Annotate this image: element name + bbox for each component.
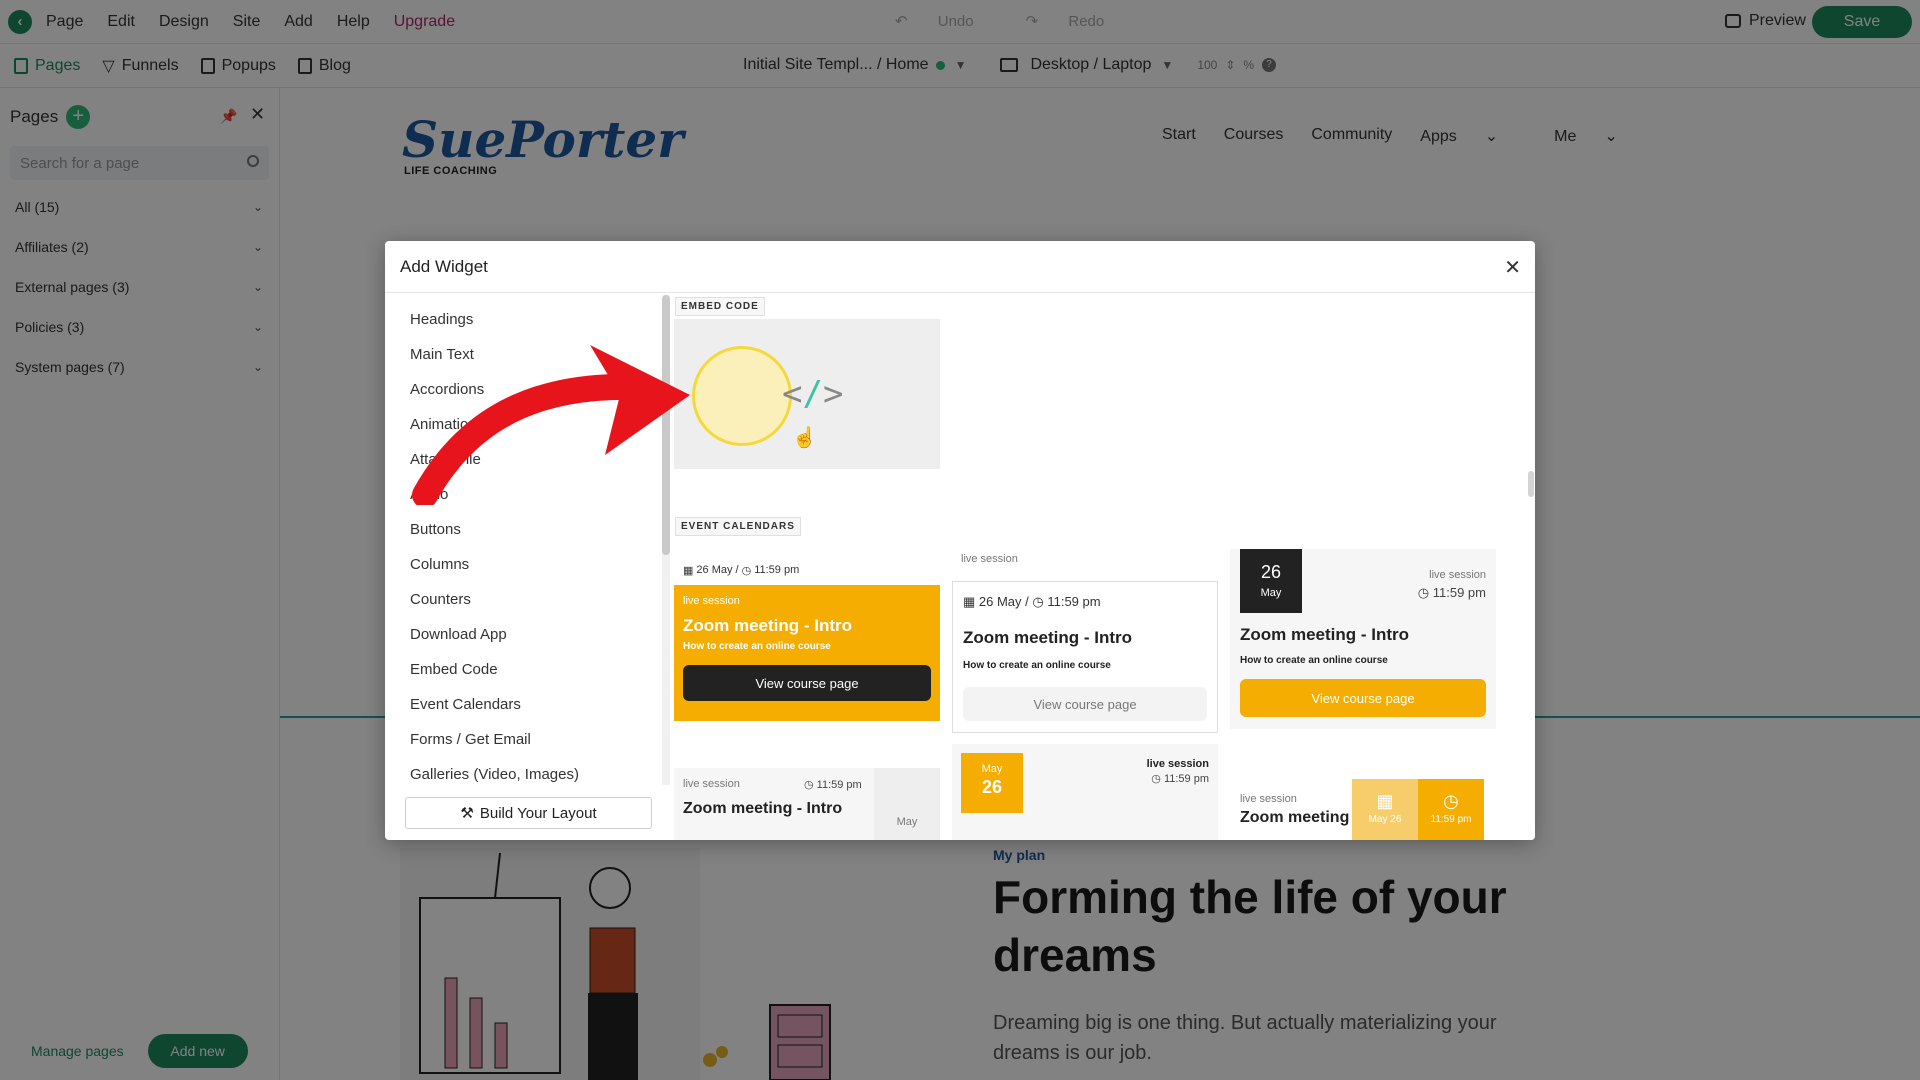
widget-download-app[interactable]: Download App — [385, 617, 670, 652]
calendar-icon: ▦ — [683, 564, 694, 577]
calendar-icon: ▦ — [1376, 791, 1394, 811]
event-live-label: live session — [683, 778, 740, 790]
event-date-box: May 26 — [961, 753, 1023, 813]
event-time: 11:59 pm — [754, 564, 800, 576]
widget-counters[interactable]: Counters — [385, 582, 670, 617]
event-time: 11:59 pm — [1047, 594, 1101, 609]
dialog-title: Add Widget — [400, 256, 488, 276]
event-time-mini: 11:59 pm — [1430, 814, 1472, 825]
event-subtitle: How to create an online course — [1240, 655, 1388, 666]
widget-forms[interactable]: Forms / Get Email — [385, 722, 670, 757]
annotation-arrow-icon — [412, 345, 690, 505]
preview-scrollbar[interactable] — [1528, 295, 1534, 840]
clock-icon: ◷ — [1151, 773, 1164, 785]
event-live-label: live session — [1146, 758, 1209, 770]
event-time-row: ◷ 11:59 pm — [1151, 772, 1209, 785]
event-live-label: live session — [683, 595, 740, 607]
widget-headings[interactable]: Headings — [385, 302, 670, 337]
add-widget-dialog: Add Widget ✕ Headings Main Text Accordio… — [385, 241, 1535, 840]
event-live-label: live session — [1240, 793, 1297, 805]
clock-icon: ◷ — [1443, 791, 1459, 811]
event-datetime: ▦ 26 May / ◷ 11:59 pm — [674, 555, 940, 585]
hammer-icon: ⚒ — [460, 805, 474, 822]
event-title: Zoom meeting - Intro — [683, 616, 853, 635]
widget-event-calendars[interactable]: Event Calendars — [385, 687, 670, 722]
event-day: 26 — [1260, 562, 1282, 582]
event-live-label: live session — [961, 553, 1018, 565]
event-card-body: ▦ 26 May / ◷ 11:59 pm Zoom meeting - Int… — [952, 581, 1218, 733]
widget-columns[interactable]: Columns — [385, 547, 670, 582]
calendar-icon: ▦ — [963, 594, 979, 609]
event-time-tile: ◷ 11:59 pm — [1418, 779, 1484, 840]
section-tag-embed: EMBED CODE — [675, 297, 765, 316]
event-time: 11:59 pm — [1163, 773, 1209, 785]
event-month: May — [981, 763, 1003, 775]
event-time-row: ◷ 11:59 pm — [804, 778, 862, 791]
event-date: 26 May / — [696, 564, 739, 576]
event-title: Zoom meeting - Intro — [683, 800, 843, 817]
event-calendar-style-2[interactable]: live session ▦ 26 May / ◷ 11:59 pm Zoom … — [952, 553, 1218, 733]
clock-icon: ◷ — [741, 564, 752, 577]
mouse-cursor-icon: ☝ — [792, 427, 817, 449]
event-date-tile: ▦ May 26 — [1352, 779, 1418, 840]
close-icon[interactable]: ✕ — [1504, 255, 1521, 280]
event-calendar-style-1[interactable]: ▦ 26 May / ◷ 11:59 pm live session Zoom me… — [674, 555, 940, 721]
code-icon: </> — [782, 374, 844, 414]
event-date-column: May — [874, 768, 940, 840]
view-course-button[interactable]: View course page — [683, 665, 931, 701]
build-layout-button[interactable]: ⚒ Build Your Layout — [405, 797, 652, 829]
event-date-box: 26 May — [1240, 549, 1302, 613]
dialog-header: Add Widget — [385, 241, 1535, 293]
scrollbar-thumb[interactable] — [1528, 471, 1534, 497]
event-title: Zoom meeting - Intro — [1240, 625, 1410, 644]
widget-embed-code[interactable]: Embed Code — [385, 652, 670, 687]
clock-icon: ◷ — [1032, 594, 1048, 609]
event-calendar-style-4[interactable]: live session ◷ 11:59 pm Zoom meeting - I… — [674, 768, 940, 840]
widget-galleries[interactable]: Galleries (Video, Images) — [385, 757, 670, 788]
event-time-row: ◷ 11:59 pm — [1418, 585, 1486, 601]
widget-preview-area: EMBED CODE </> EVENT CALENDARS ▦ 26 May /… — [671, 293, 1535, 840]
highlight-circle — [692, 346, 792, 446]
event-date: 26 May / — [978, 594, 1033, 609]
event-month: May — [1260, 587, 1282, 599]
view-course-button[interactable]: View course page — [963, 687, 1207, 721]
event-datetime: ▦ 26 May / ◷ 11:59 pm — [963, 594, 1207, 610]
event-subtitle: How to create an online course — [683, 641, 831, 652]
event-live-label: live session — [1429, 569, 1486, 581]
event-calendar-style-6[interactable]: live session Zoom meeting ▦ May 26 ◷ 11:… — [1230, 779, 1496, 840]
event-day: 26 — [981, 777, 1003, 797]
clock-icon: ◷ — [804, 779, 817, 791]
event-card-body: live session Zoom meeting - Intro How to… — [674, 585, 940, 721]
clock-icon: ◷ — [1417, 585, 1433, 600]
event-title: Zoom meeting - Intro — [963, 628, 1133, 647]
event-title: Zoom meeting — [1240, 809, 1350, 826]
event-calendar-style-3[interactable]: 26 May live session ◷ 11:59 pm Zoom meet… — [1230, 549, 1496, 729]
event-date-mini: May 26 — [1368, 814, 1402, 825]
section-tag-calendars: EVENT CALENDARS — [675, 517, 801, 536]
event-time: 11:59 pm — [1432, 585, 1486, 600]
event-calendar-style-5[interactable]: May 26 live session ◷ 11:59 pm — [952, 744, 1218, 840]
view-course-button[interactable]: View course page — [1240, 679, 1486, 717]
build-layout-label: Build Your Layout — [479, 804, 597, 822]
event-subtitle: How to create an online course — [963, 660, 1111, 671]
widget-buttons[interactable]: Buttons — [385, 512, 670, 547]
event-time: 11:59 pm — [816, 779, 862, 791]
event-month: May — [896, 816, 918, 828]
